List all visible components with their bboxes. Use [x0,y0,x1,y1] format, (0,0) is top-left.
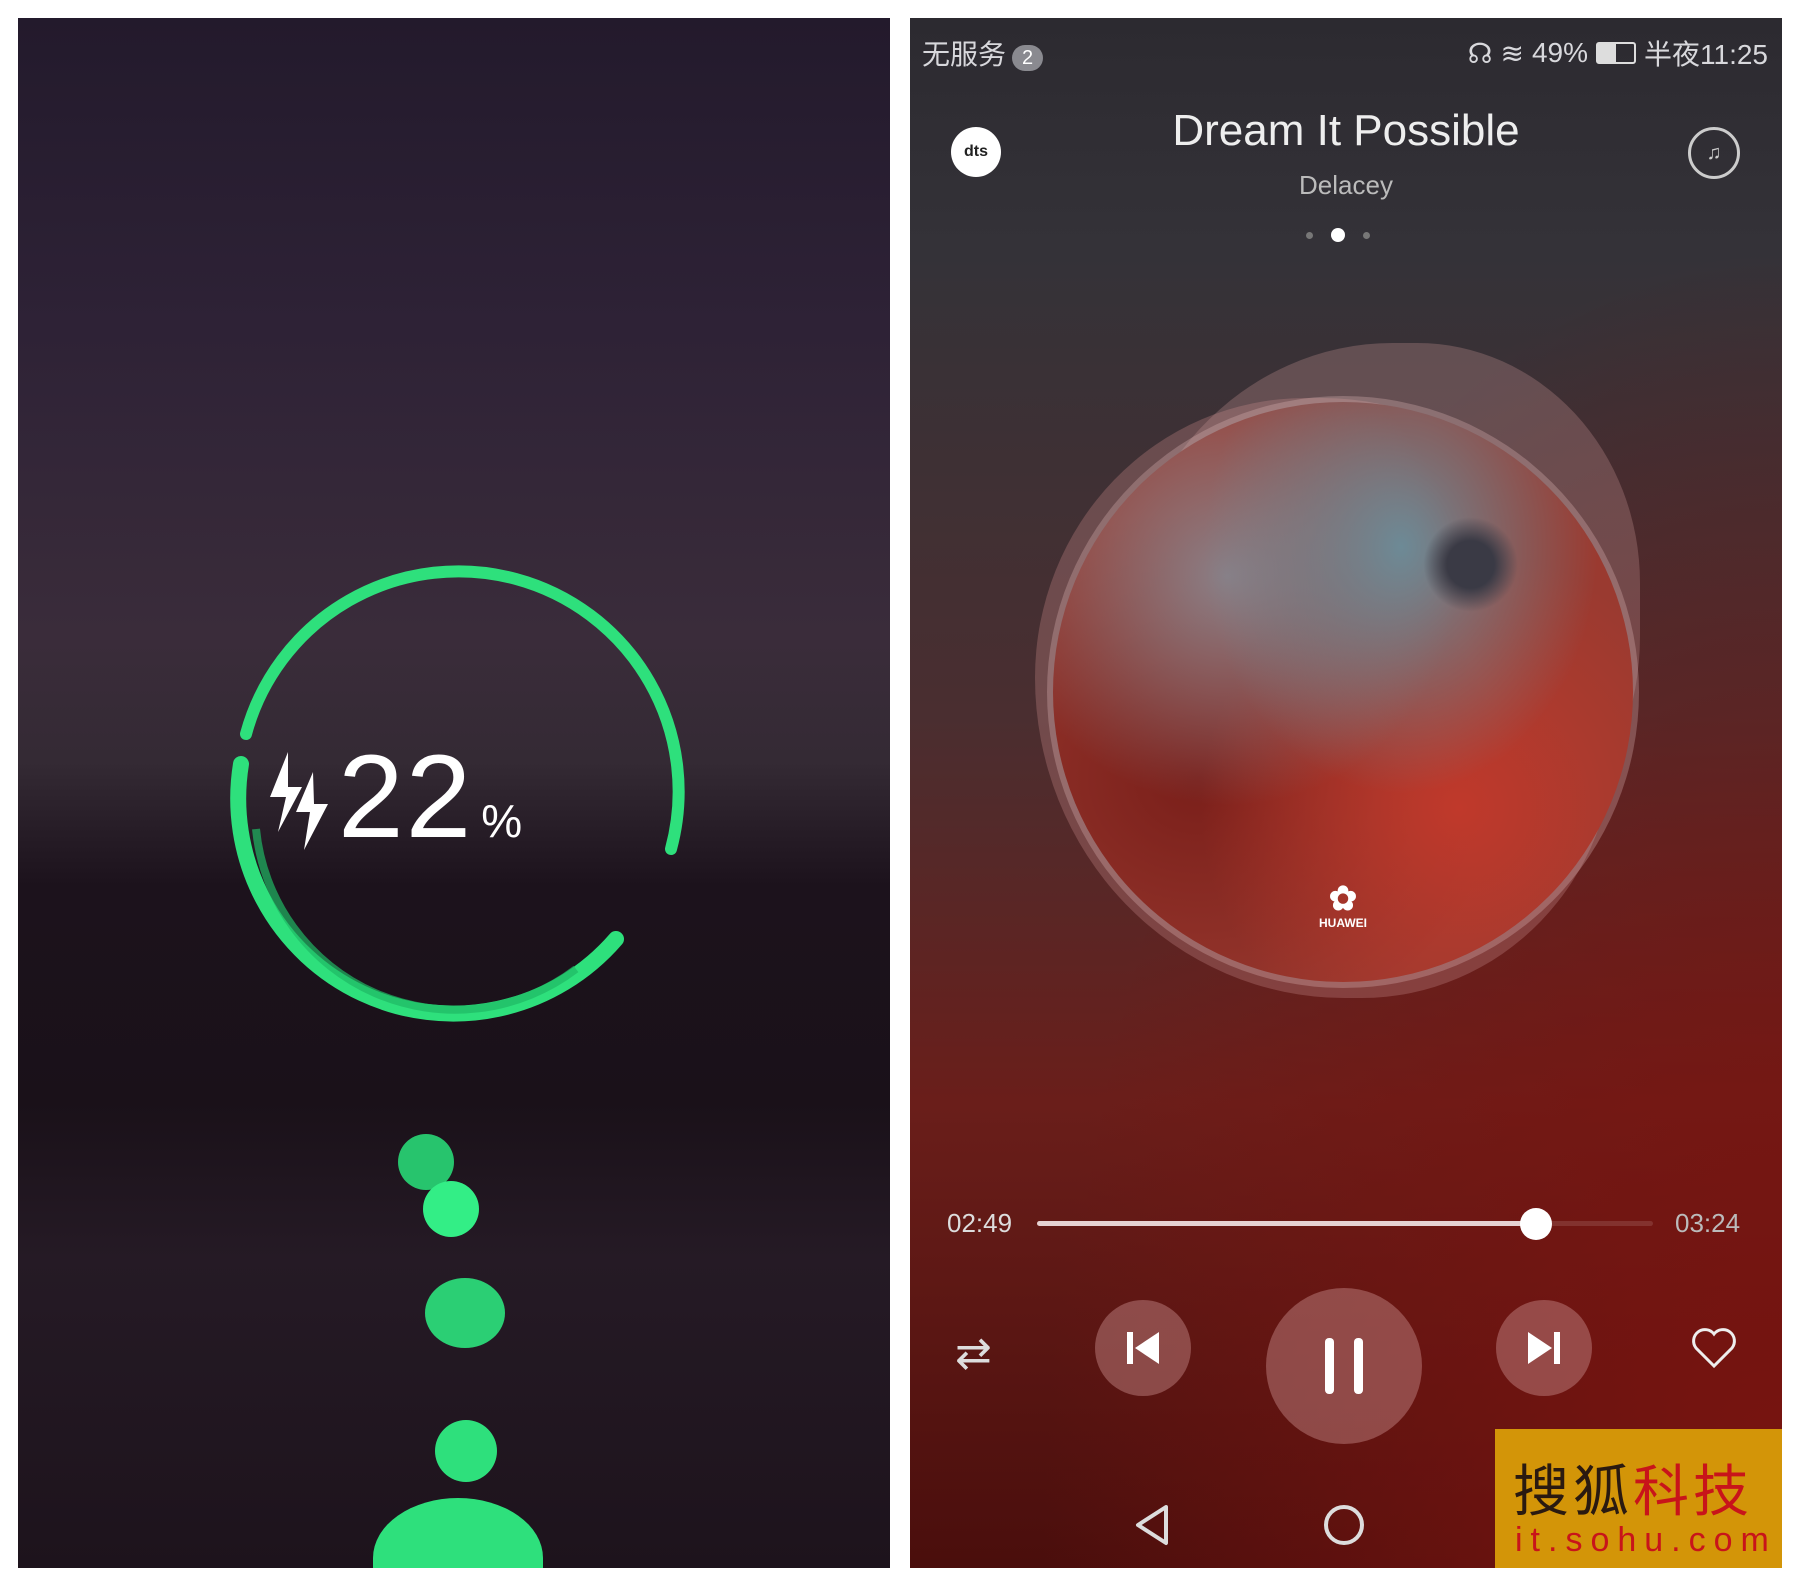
pause-button[interactable] [1266,1288,1422,1444]
elapsed-time: 02:49 [947,1208,1013,1238]
headset-icon: ☊ [1467,37,1493,69]
charge-bubble [423,1181,479,1237]
previous-icon [1127,1332,1159,1364]
previous-button[interactable] [1095,1300,1191,1396]
watermark-url: it.sohu.com [1515,1521,1777,1559]
sohu-watermark: 搜狐科技 it.sohu.com [1495,1429,1782,1568]
song-title: Dream It Possible [1172,106,1520,155]
pause-icon [1325,1338,1363,1394]
status-right: ☊ ≋ 49% 半夜11:25 [1468,33,1768,73]
total-duration: 03:24 [1675,1208,1741,1238]
next-button[interactable] [1496,1300,1592,1396]
charging-screen: 22 % [18,18,890,1568]
clock: 半夜11:25 [1644,39,1768,70]
battery-percent-text: 49% [1531,37,1588,68]
percent-unit: % [481,795,523,847]
next-icon [1528,1332,1560,1364]
carrier-status: 无服务 2 [922,33,1044,73]
album-art: ✿ HUAWEI [1053,402,1633,982]
sim-badge: 2 [1012,45,1044,71]
battery-icon [1596,42,1636,64]
huawei-logo: ✿ HUAWEI [1319,880,1367,930]
wifi-icon: ≋ [1500,37,1524,69]
shuffle-button[interactable]: ⇄ [955,1328,992,1379]
favorite-button[interactable] [1690,1326,1738,1375]
charge-pool [373,1498,543,1568]
progress-knob[interactable] [1519,1208,1552,1240]
percent-value: 22 [338,731,474,863]
charge-bubble [425,1278,505,1348]
charge-bubble [435,1420,497,1482]
battery-percent: 22 % [268,738,668,856]
progress-track[interactable] [1037,1208,1653,1240]
lightning-bolt-icon [270,752,328,850]
music-player: 无服务 2 ☊ ≋ 49% 半夜11:25 dts ♫ Dream It Poss… [910,18,1782,1568]
progress-fill [1037,1221,1536,1226]
heart-icon [1692,1328,1736,1369]
artist-name: Delacey [1299,170,1393,200]
home-nav-icon[interactable] [1322,1503,1366,1547]
status-bar: 无服务 2 ☊ ≋ 49% 半夜11:25 [922,34,1768,72]
back-nav-icon[interactable] [1132,1503,1172,1547]
watermark-name: 搜狐科技 [1513,1460,1753,1525]
page-indicator[interactable] [1306,228,1370,242]
